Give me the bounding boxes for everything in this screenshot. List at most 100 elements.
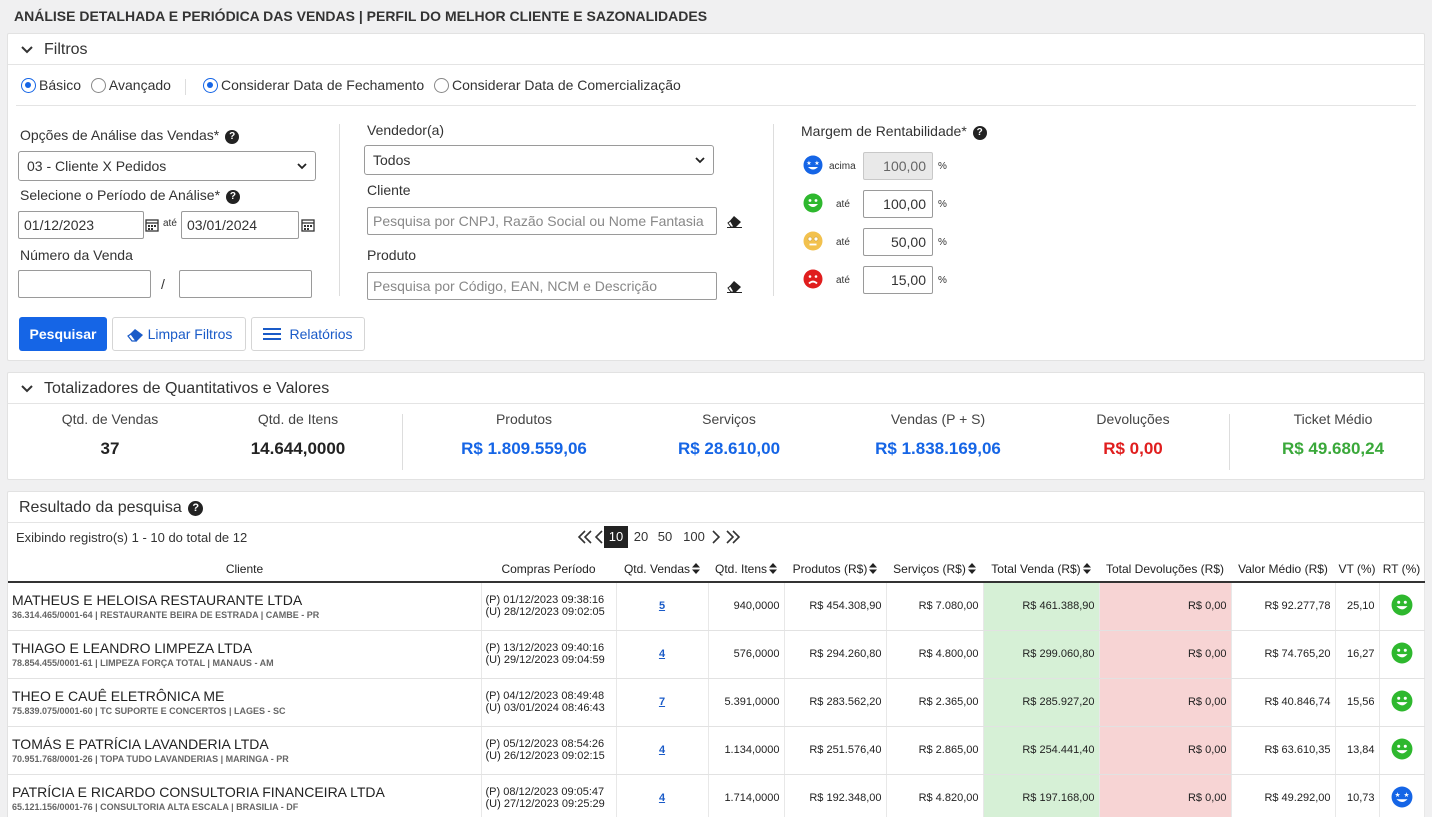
first-purchase: (P) 05/12/2023 08:54:26: [485, 738, 605, 750]
product-search-input[interactable]: Pesquisa por Código, EAN, NCM e Descriçã…: [367, 272, 717, 300]
eraser-icon[interactable]: [726, 279, 743, 293]
cell-returns: R$ 0,00: [1099, 678, 1232, 727]
eraser-icon[interactable]: [726, 214, 743, 228]
page-size-10[interactable]: 10: [604, 526, 628, 548]
cell-qty-items: 576,0000: [708, 630, 785, 679]
cell-returns: R$ 0,00: [1099, 630, 1232, 679]
table-row: MATHEUS E HELOISA RESTAURANTE LTDA 36.314…: [8, 582, 1425, 631]
radio-basic[interactable]: Básico: [21, 77, 81, 93]
col-header-qty-sales[interactable]: Qtd. Vendas: [616, 556, 708, 583]
qty-sales-link[interactable]: 4: [659, 648, 665, 660]
clear-filters-button[interactable]: Limpar Filtros: [112, 317, 246, 351]
col-header-services[interactable]: Serviços (R$): [886, 556, 983, 583]
table-row: THIAGO E LEANDRO LIMPEZA LTDA 78.854.455/…: [8, 630, 1425, 679]
qty-sales-link[interactable]: 4: [659, 744, 665, 756]
qty-sales-link[interactable]: 7: [659, 696, 665, 708]
qty-sales-link[interactable]: 4: [659, 792, 665, 804]
help-icon[interactable]: ?: [225, 190, 240, 204]
margin-high-input[interactable]: 100,00: [863, 190, 933, 218]
page-size-50[interactable]: 50: [654, 526, 676, 548]
cell-period: (P) 13/12/2023 09:40:16 (U) 29/12/2023 09…: [481, 630, 617, 679]
results-table: Cliente Compras Período Qtd. Vendas Qtd.…: [8, 556, 1425, 817]
next-page-icon[interactable]: [711, 529, 721, 545]
col-header-vt: VT (%): [1335, 556, 1379, 583]
results-title-text: Resultado da pesquisa: [19, 499, 182, 516]
cell-qty-sales: 4: [616, 774, 709, 817]
svg-text:★: ★: [806, 160, 811, 167]
filters-header[interactable]: Filtros: [8, 34, 1424, 65]
help-icon[interactable]: ?: [225, 130, 240, 144]
first-purchase: (P) 08/12/2023 09:05:47: [485, 786, 605, 798]
page-size-20[interactable]: 20: [630, 526, 652, 548]
calendar-icon[interactable]: [301, 218, 315, 232]
reports-label: Relatórios: [289, 326, 353, 342]
cell-client: MATHEUS E HELOISA RESTAURANTE LTDA 36.314…: [8, 582, 482, 631]
margin-mid-input[interactable]: 50,00: [863, 228, 933, 256]
last-purchase: (U) 03/01/2024 08:46:43: [485, 702, 605, 714]
sort-icon: [869, 562, 878, 574]
calendar-icon[interactable]: [145, 218, 159, 232]
first-purchase: (P) 13/12/2023 09:40:16: [485, 642, 605, 654]
period-label: Selecione o Período de Análise* ?: [20, 187, 240, 204]
col-header-qty-items[interactable]: Qtd. Itens: [708, 556, 784, 583]
results-header: Resultado da pesquisa ?: [8, 492, 1424, 523]
help-icon[interactable]: ?: [188, 501, 204, 516]
margin-low-input[interactable]: 15,00: [863, 266, 933, 294]
sale-number-to-input[interactable]: [179, 270, 312, 298]
cell-rt: [1379, 630, 1425, 679]
search-button[interactable]: Pesquisar: [19, 317, 107, 351]
analysis-select[interactable]: 03 - Cliente X Pedidos: [18, 151, 316, 181]
margin-label-text: Margem de Rentabilidade*: [801, 123, 967, 139]
smile-face-icon: [1391, 738, 1413, 763]
col-header-average: Valor Médio (R$): [1231, 556, 1335, 583]
reports-button[interactable]: Relatórios: [251, 317, 365, 351]
period-label-text: Selecione o Período de Análise*: [20, 187, 221, 203]
date-from-input[interactable]: 01/12/2023: [18, 211, 144, 239]
cell-services: R$ 2.865,00: [886, 726, 984, 775]
chevron-down-icon: [695, 157, 705, 164]
cell-rt: [1379, 726, 1425, 775]
seller-select[interactable]: Todos: [364, 145, 714, 175]
divider: [402, 414, 403, 470]
date-radio-group: Considerar Data de Fechamento Considerar…: [203, 77, 681, 93]
page-size-100[interactable]: 100: [679, 526, 709, 548]
total-value-items: 14.644,0000: [250, 439, 346, 458]
col-header-total[interactable]: Total Venda (R$): [983, 556, 1099, 583]
radio-date-comm[interactable]: Considerar Data de Comercialização: [434, 77, 681, 93]
product-label: Produto: [367, 247, 417, 263]
help-icon[interactable]: ?: [972, 126, 987, 140]
totals-header[interactable]: Totalizadores de Quantitativos e Valores: [8, 373, 1424, 404]
filters-panel: Filtros Básico Avançado Considerar Data …: [7, 33, 1425, 361]
qty-sales-link[interactable]: 5: [659, 600, 665, 612]
margin-cond-2: até: [836, 237, 850, 248]
col-header-products[interactable]: Produtos (R$): [784, 556, 886, 583]
total-value-sales: 37: [100, 439, 120, 458]
cell-average: R$ 92.277,78: [1231, 582, 1336, 631]
cell-vt: 10,73: [1335, 774, 1380, 817]
cell-qty-sales: 7: [616, 678, 709, 727]
star-eyes-face-icon: ★ ★: [803, 155, 823, 175]
cell-rt: [1379, 582, 1425, 631]
cell-returns: R$ 0,00: [1099, 726, 1232, 775]
cell-total: R$ 285.927,20: [983, 678, 1100, 727]
radio-basic-label: Básico: [39, 77, 82, 93]
sale-number-from-input[interactable]: [18, 270, 151, 298]
chevron-down-icon: [21, 46, 33, 54]
records-info: Exibindo registro(s) 1 - 10 do total de …: [16, 530, 248, 545]
first-purchase: (P) 04/12/2023 08:49:48: [485, 690, 605, 702]
table-header-row: Cliente Compras Período Qtd. Vendas Qtd.…: [8, 556, 1424, 583]
col-header-products-label: Produtos (R$): [792, 561, 868, 576]
margin-unit-1: %: [938, 199, 947, 210]
client-name: THIAGO E LEANDRO LIMPEZA LTDA: [12, 640, 253, 656]
date-to-input[interactable]: 03/01/2024: [181, 211, 299, 239]
total-label-sales: Qtd. de Vendas: [61, 411, 159, 427]
seller-label: Vendedor(a): [367, 122, 445, 138]
radio-date-close[interactable]: Considerar Data de Fechamento: [203, 77, 424, 93]
radio-advanced[interactable]: Avançado: [90, 77, 171, 93]
client-search-input[interactable]: Pesquisa por CNPJ, Razão Social ou Nome …: [367, 207, 717, 235]
prev-page-icon[interactable]: [594, 529, 604, 545]
first-page-icon[interactable]: [576, 529, 594, 545]
last-page-icon[interactable]: [724, 529, 742, 545]
smile-face-icon: [1391, 690, 1413, 715]
col-header-period: Compras Período: [481, 556, 616, 583]
